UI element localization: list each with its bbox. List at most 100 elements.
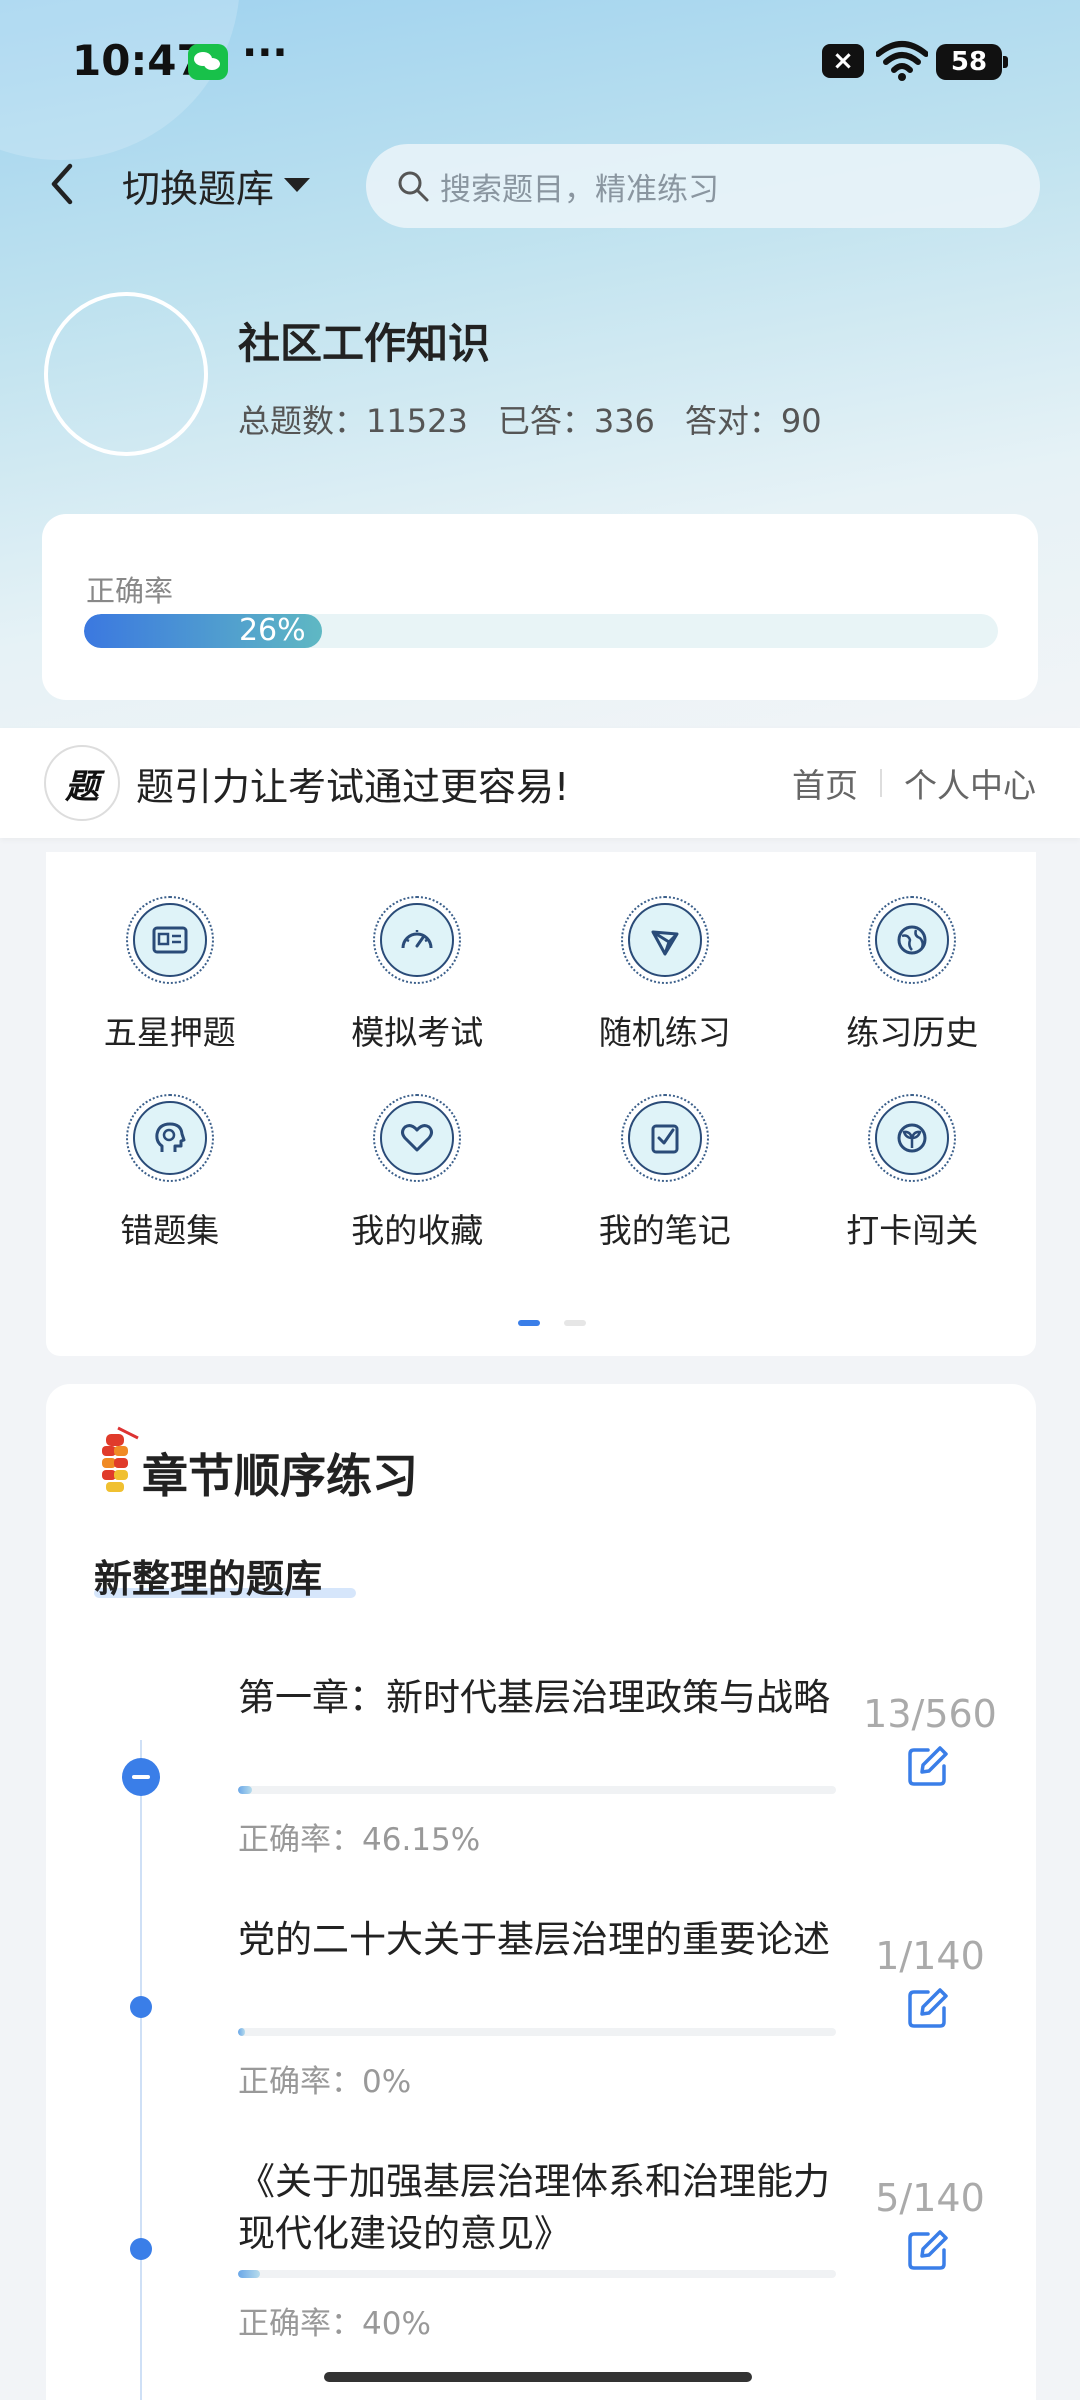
chapter-progress-track (238, 2270, 836, 2278)
accuracy-progress-fill: 26% (84, 614, 322, 648)
heart-icon-svg (401, 1124, 434, 1152)
banner-links: 首页 个人中心 (792, 728, 1036, 838)
search-input[interactable]: 搜索题目，精准练习 (366, 144, 1040, 228)
chapter-name: 《关于加强基层治理体系和治理能力现代化建设的意见》 (238, 2160, 830, 2255)
func-random-practice[interactable]: 随机练习 (541, 896, 789, 1054)
chapter-accuracy: 正确率：46.15% (238, 1822, 481, 1858)
globe-icon-inner (875, 903, 950, 977)
pager-dot[interactable] (564, 1320, 586, 1326)
status-bar: 10:47 ··· × 58 (0, 0, 1080, 120)
back-arrow-icon[interactable] (44, 158, 80, 210)
more-dots-icon: ··· (242, 30, 288, 76)
func-label: 五星押题 (103, 1013, 236, 1052)
edit-icon[interactable] (906, 1744, 950, 1788)
chapter-progress-track (238, 2028, 836, 2036)
chapter-count: 13/560 (863, 1692, 997, 1736)
sprout-icon-svg (897, 1123, 927, 1153)
timeline-dot (130, 1996, 152, 2018)
func-label: 模拟考试 (351, 1013, 484, 1052)
edit-icon[interactable] (906, 1986, 950, 2030)
func-checkin[interactable]: 打卡闯关 (789, 1094, 1037, 1252)
func-wrong-questions[interactable]: 错题集 (46, 1094, 294, 1252)
speedometer-icon-inner (380, 903, 455, 977)
chapter-item[interactable]: 党的二十大关于基层治理的重要论述 正确率：0% 1/140 (46, 1914, 1036, 2154)
slogan: 题引力让考试通过更容易! (136, 764, 570, 809)
heart-icon (373, 1094, 462, 1182)
chapter-name: 党的二十大关于基层治理的重要论述 (238, 1918, 830, 1961)
home-indicator[interactable] (324, 2372, 752, 2382)
personal-center-link[interactable]: 个人中心 (904, 759, 1036, 807)
edit-icon[interactable] (906, 2228, 950, 2272)
accuracy-card: 正确率 26% (42, 514, 1038, 700)
chapter-item[interactable]: 《关于加强基层治理体系和治理能力现代化建设的意见》 正确率：40% 5/140 (46, 2156, 1036, 2396)
home-link[interactable]: 首页 (792, 759, 858, 807)
func-label: 我的收藏 (351, 1211, 484, 1250)
func-label: 随机练习 (598, 1013, 731, 1052)
id-card-icon-inner (132, 903, 207, 977)
wifi-icon (876, 41, 928, 81)
battery-icon: 58 (936, 44, 1008, 80)
pager-dot-active[interactable] (518, 1320, 540, 1326)
note-check-icon-svg (651, 1124, 679, 1154)
head-icon (125, 1094, 214, 1182)
globe-icon-svg (897, 925, 927, 955)
status-time: 10:47 (72, 36, 206, 85)
chapter-accuracy: 正确率：40% (238, 2306, 431, 2342)
heart-icon-inner (380, 1101, 455, 1175)
note-check-icon-inner (627, 1101, 702, 1175)
chapter-count: 5/140 (875, 2176, 985, 2220)
sprout-icon (868, 1094, 957, 1182)
app-screen: 10:47 ··· × 58 切换题库 搜索题目，精准练习 社区工作知识 总题数… (0, 0, 1080, 2400)
promo-banner: 题 题引力让考试通过更容易! 首页 个人中心 (0, 728, 1080, 838)
func-mock-exam[interactable]: 模拟考试 (294, 896, 542, 1054)
page-indicator (506, 1320, 598, 1326)
func-five-star[interactable]: 五星押题 (46, 896, 294, 1054)
chapter-name: 第一章：新时代基层治理政策与战略 (238, 1676, 830, 1719)
total-questions: 总题数：11523 (238, 402, 468, 440)
bank-stats: 总题数：11523 已答：336 答对：90 (238, 396, 852, 442)
wechat-icon (188, 44, 228, 80)
switch-bank-label: 切换题库 (122, 166, 275, 211)
network-icon-inner (627, 903, 702, 977)
head-icon-svg (155, 1122, 186, 1152)
app-logo: 题 (44, 745, 120, 821)
func-label: 错题集 (120, 1211, 220, 1250)
chapter-accuracy: 正确率：0% (238, 2064, 412, 2100)
globe-icon (868, 896, 957, 984)
func-label: 打卡闯关 (846, 1211, 979, 1250)
func-notes[interactable]: 我的笔记 (541, 1094, 789, 1252)
sim-x-icon: × (822, 44, 864, 78)
search-icon (398, 171, 429, 202)
chapter-progress-fill (238, 2028, 246, 2036)
chapter-item[interactable]: 第一章：新时代基层治理政策与战略 正确率：46.15% 13/560 (46, 1672, 1036, 1912)
speedometer-icon (373, 896, 462, 984)
sprout-icon-inner (875, 1101, 950, 1175)
subbank-title: 新整理的题库 (94, 1557, 323, 1601)
speedometer-icon-svg (401, 930, 433, 949)
accuracy-progress-track: 26% (84, 614, 998, 648)
caret-down-icon (284, 178, 311, 192)
func-label: 我的笔记 (598, 1211, 731, 1250)
search-placeholder: 搜索题目，精准练习 (440, 171, 719, 208)
chapter-progress-fill (238, 1786, 252, 1794)
link-divider (880, 769, 882, 797)
function-grid-card: 五星押题 模拟考试 随机练习 练习历史 错题集 我的收藏 我的笔记 打卡闯关 (46, 852, 1036, 1356)
function-grid: 五星押题 模拟考试 随机练习 练习历史 错题集 我的收藏 我的笔记 打卡闯关 (46, 896, 1036, 1252)
chapter-practice-card: 章节顺序练习 新整理的题库 第一章：新时代基层治理政策与战略 正确率：46.15… (46, 1384, 1036, 2400)
note-check-icon (620, 1094, 709, 1182)
firecracker-icon (102, 1426, 139, 1492)
network-icon (620, 896, 709, 984)
switch-bank-dropdown[interactable]: 切换题库 (122, 158, 311, 212)
correct-count: 答对：90 (684, 402, 822, 440)
chapter-progress-track (238, 1786, 836, 1794)
timeline-dot (130, 2238, 152, 2260)
id-card-icon-svg (152, 926, 188, 954)
id-card-icon (125, 896, 214, 984)
bank-name: 社区工作知识 (238, 319, 491, 368)
avatar (44, 292, 208, 456)
app-logo-text: 题 (65, 766, 99, 807)
func-label: 练习历史 (846, 1013, 979, 1052)
func-practice-history[interactable]: 练习历史 (789, 896, 1037, 1054)
collapse-minus-icon[interactable] (122, 1758, 160, 1796)
func-favorites[interactable]: 我的收藏 (294, 1094, 542, 1252)
